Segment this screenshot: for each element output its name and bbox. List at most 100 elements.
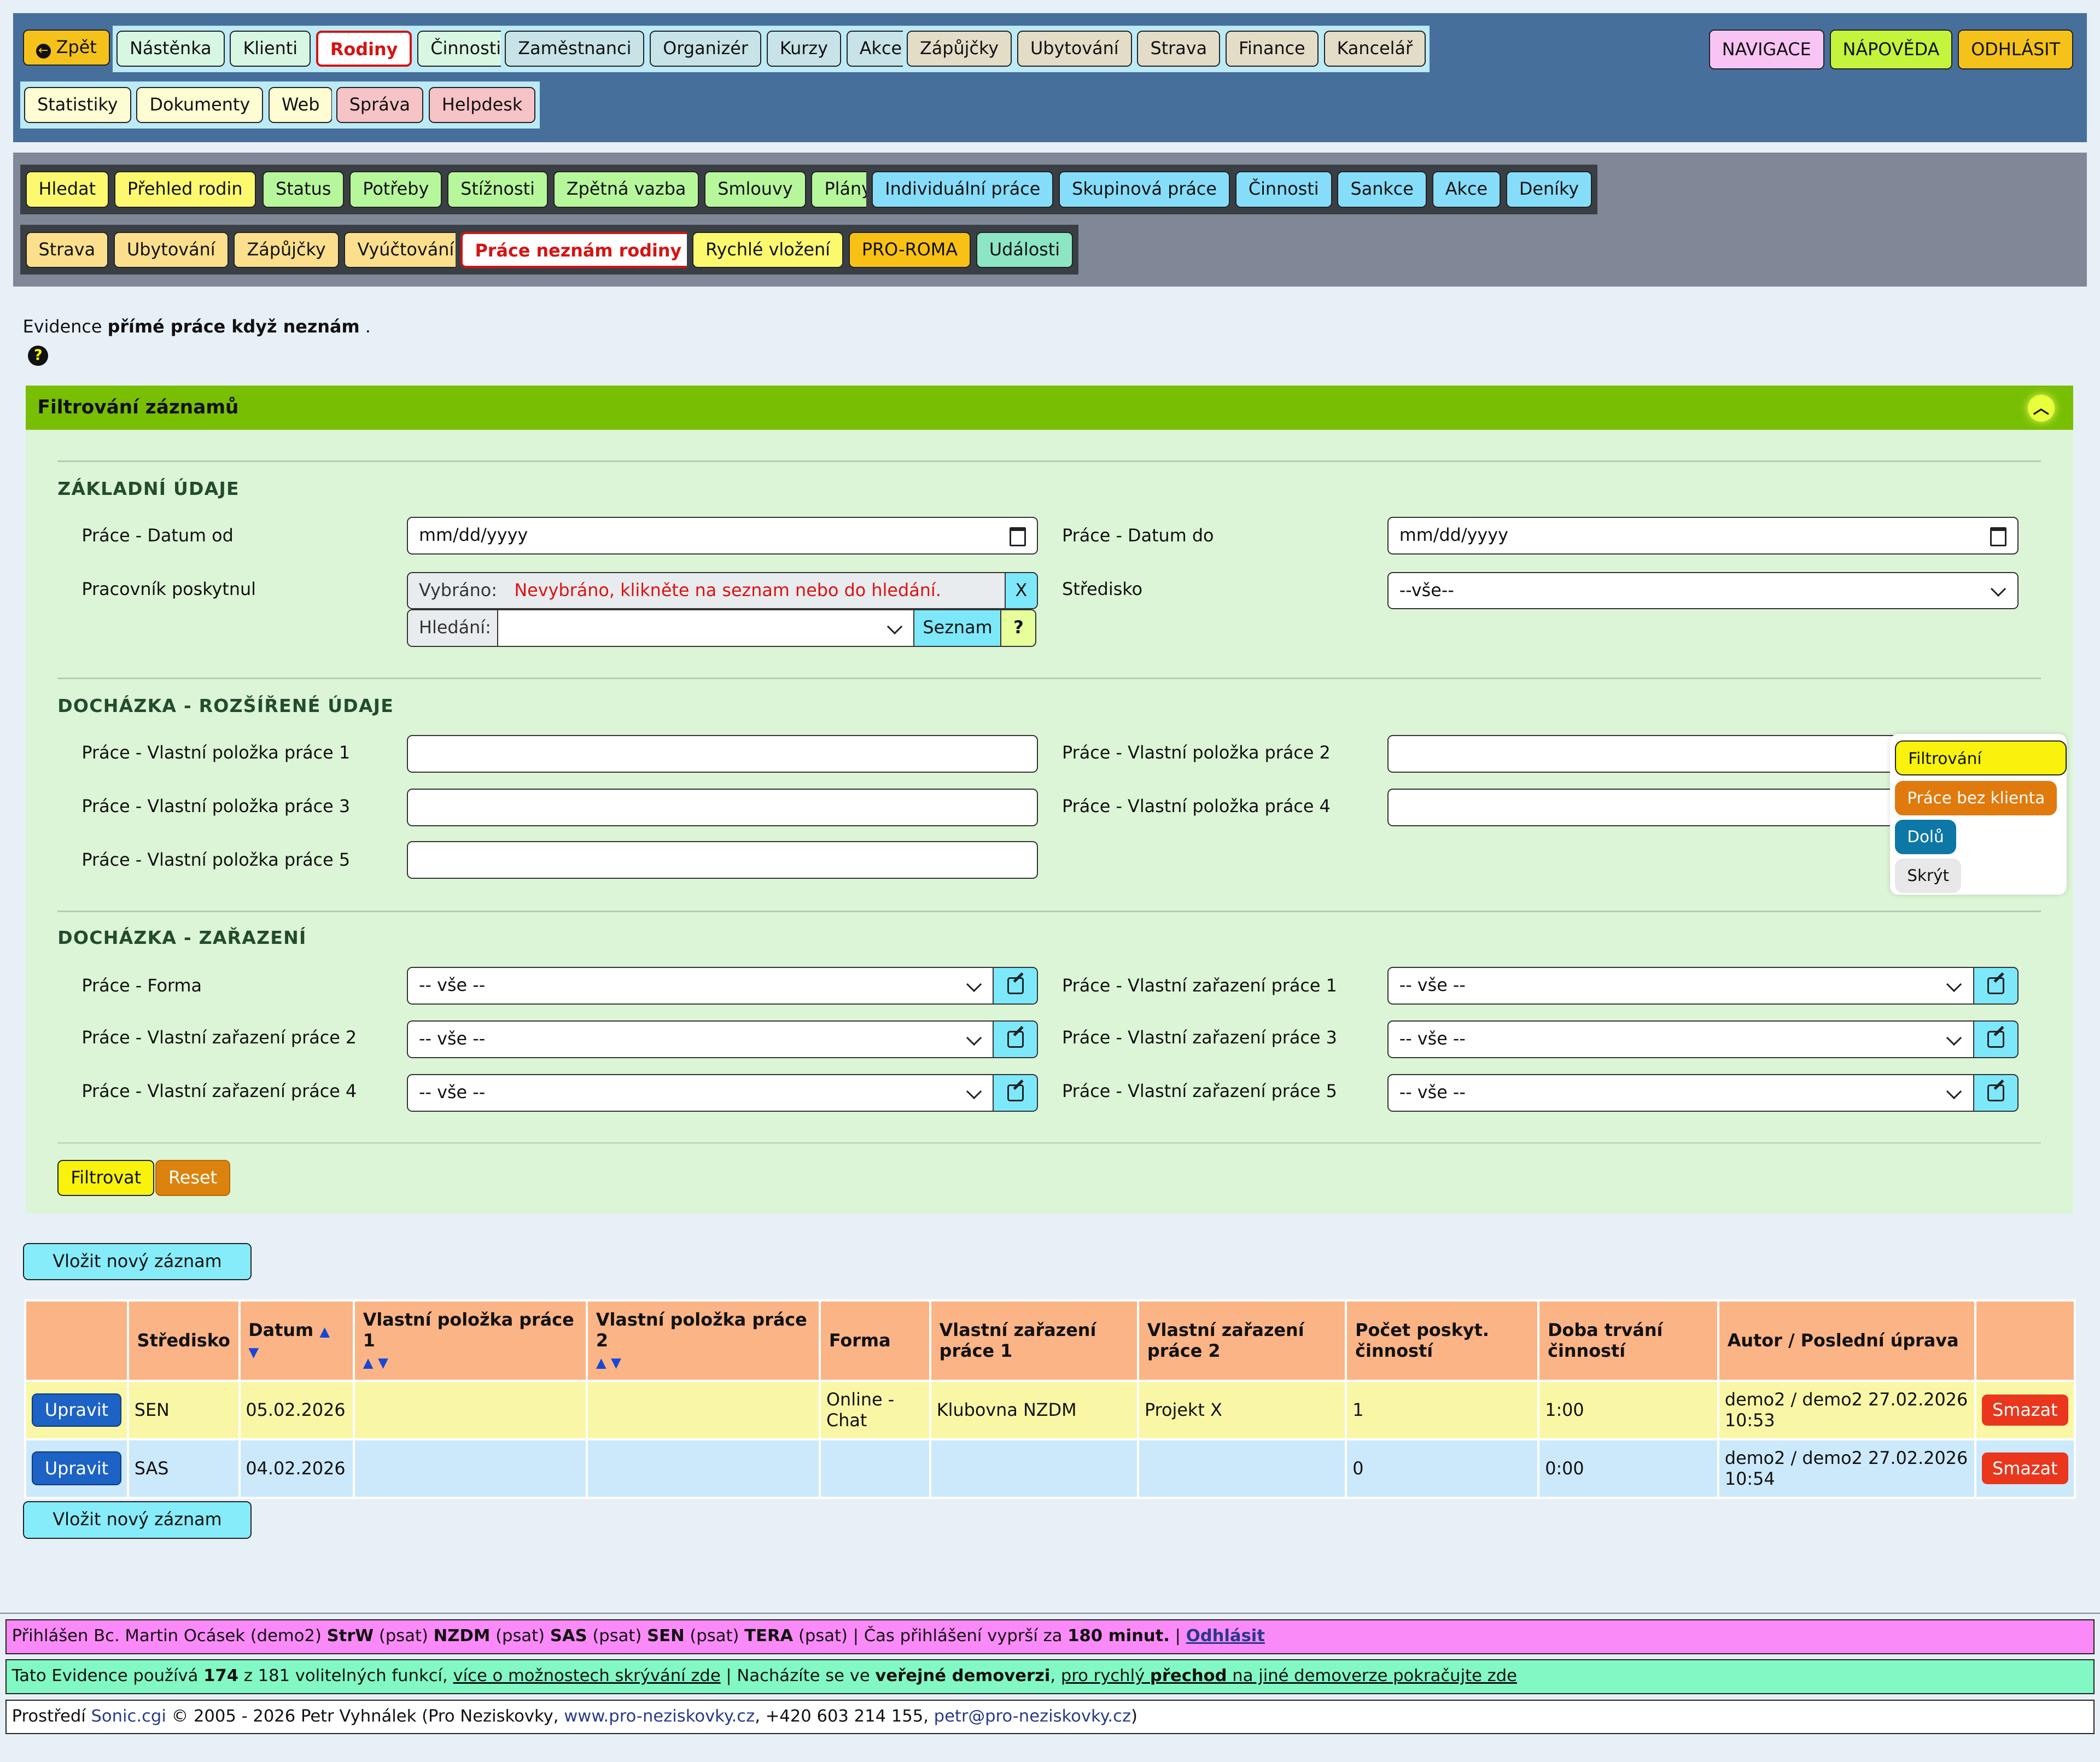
hledani-select[interactable] [497, 609, 915, 647]
nav-klienti[interactable]: Klienti [230, 31, 311, 67]
vp5-input[interactable] [407, 841, 1038, 879]
edit-icon[interactable] [994, 967, 1038, 1005]
subnav-vyuctovani[interactable]: Vyúčtování [344, 231, 468, 268]
edit-row-button[interactable]: Upravit [31, 1451, 122, 1485]
sort-asc-icon[interactable]: ▲ [319, 1323, 330, 1339]
nav-dokumenty[interactable]: Dokumenty [136, 87, 264, 124]
float-skryt-button[interactable]: Skrýt [1895, 858, 1962, 894]
subnav-smlouvy[interactable]: Smlouvy [704, 171, 806, 208]
nav-rodiny[interactable]: Rodiny [316, 31, 412, 67]
subnav-pro-roma[interactable]: PRO-ROMA [848, 231, 971, 268]
delete-row-button[interactable]: Smazat [1981, 1394, 2069, 1426]
back-button[interactable]: ← Zpět [22, 29, 110, 66]
subnav-ubytovani[interactable]: Ubytování [113, 231, 229, 268]
datum-do-input[interactable]: mm/dd/yyyy [1387, 517, 2019, 555]
datum-od-input[interactable]: mm/dd/yyyy [407, 517, 1038, 555]
subnav-prehled-rodin[interactable]: Přehled rodin [114, 171, 256, 208]
vz4-select[interactable]: -- vše -- [407, 1074, 994, 1112]
float-dolu-button[interactable]: Dolů [1895, 819, 1956, 855]
nav-finance[interactable]: Finance [1225, 31, 1319, 67]
nav-strava[interactable]: Strava [1137, 31, 1221, 67]
stredisko-select[interactable]: --vše-- [1387, 571, 2019, 610]
filtrovat-button[interactable]: Filtrovat [57, 1159, 155, 1196]
nav-kancelar[interactable]: Kancelář [1323, 31, 1426, 67]
hiding-info-link[interactable]: více o možnostech skrývání zde [453, 1666, 721, 1685]
back-group: ← Zpět [20, 23, 113, 73]
seznam-button[interactable]: Seznam [913, 609, 1002, 647]
delete-row-button[interactable]: Smazat [1981, 1452, 2069, 1484]
clear-selection-button[interactable]: X [1004, 571, 1038, 610]
odhlasit-button[interactable]: ODHLÁSIT [1958, 29, 2074, 70]
vz3-select[interactable]: -- vše -- [1387, 1020, 1974, 1058]
nav-statistiky[interactable]: Statistiky [24, 87, 131, 124]
calendar-icon[interactable] [1009, 527, 1026, 546]
subnav-stiznosti[interactable]: Stížnosti [447, 171, 548, 208]
footer-features-info: Tato Evidence používá 174 z 181 voliteln… [5, 1659, 2095, 1694]
footer-logout-link[interactable]: Odhlásit [1186, 1626, 1265, 1646]
edit-icon[interactable] [1974, 1020, 2019, 1058]
vz1-select[interactable]: -- vše -- [1387, 967, 1974, 1005]
nav-zapujcky[interactable]: Zápůjčky [906, 31, 1012, 67]
nav-cinnosti[interactable]: Činnosti [417, 31, 515, 67]
sonic-link[interactable]: Sonic.cgi [91, 1707, 166, 1726]
edit-icon[interactable] [1974, 1074, 2019, 1112]
edit-row-button[interactable]: Upravit [31, 1393, 122, 1427]
float-prace-bez-klienta-button[interactable]: Práce bez klienta [1895, 780, 2057, 816]
nav-sprava[interactable]: Správa [336, 87, 424, 124]
vz2-select[interactable]: -- vše -- [407, 1020, 994, 1058]
col-vp2[interactable]: Vlastní položka práce 2 ▲ ▼ [586, 1299, 821, 1382]
nav-web[interactable]: Web [269, 87, 333, 124]
nav-helpdesk[interactable]: Helpdesk [428, 87, 536, 124]
subnav-udalosti[interactable]: Události [976, 231, 1074, 268]
nav-nastenka[interactable]: Nástěnka [116, 31, 225, 67]
vz5-select[interactable]: -- vše -- [1387, 1074, 1974, 1112]
email-link[interactable]: petr@pro-neziskovky.cz [934, 1707, 1131, 1726]
subnav-strava[interactable]: Strava [25, 231, 109, 268]
subnav-cinnosti[interactable]: Činnosti [1235, 171, 1332, 208]
vp3-input[interactable] [407, 789, 1038, 826]
website-link[interactable]: www.pro-neziskovky.cz [564, 1707, 755, 1726]
vp1-input[interactable] [407, 735, 1038, 773]
chevron-up-icon[interactable]: ︿ [2027, 395, 2055, 422]
col-vp1[interactable]: Vlastní položka práce 1 ▲ ▼ [353, 1299, 588, 1382]
edit-icon[interactable] [1974, 967, 2019, 1005]
calendar-icon[interactable] [1990, 527, 2007, 546]
reset-button[interactable]: Reset [155, 1159, 231, 1196]
subnav-status[interactable]: Status [262, 171, 345, 208]
table-row: Upravit SEN 05.02.2026 Online - Chat Klu… [24, 1379, 2076, 1440]
worker-help-button[interactable]: ? [1000, 609, 1037, 647]
subnav-rychle-vlozeni[interactable]: Rychlé vložení [692, 231, 844, 268]
subnav-akce[interactable]: Akce [1432, 171, 1501, 208]
new-record-button-bottom[interactable]: Vložit nový záznam [22, 1501, 252, 1539]
subnav-zapujcky[interactable]: Zápůjčky [234, 231, 339, 268]
subnav-group-status: Status Potřeby Stížnosti Zpětná vazba Sm… [257, 165, 890, 214]
filter-header[interactable]: Filtrování záznamů ︿ [25, 386, 2074, 430]
subnav-zpetna-vazba[interactable]: Zpětná vazba [553, 171, 699, 208]
edit-icon[interactable] [994, 1020, 1038, 1058]
sort-desc-icon[interactable]: ▼ [248, 1344, 259, 1360]
col-actions [24, 1299, 129, 1382]
new-record-button-top[interactable]: Vložit nový záznam [22, 1242, 252, 1281]
subnav-sankce[interactable]: Sankce [1337, 171, 1427, 208]
demo-switch-link[interactable]: pro rychlý přechod na jiné demoverze pok… [1061, 1666, 1517, 1685]
subnav-potreby[interactable]: Potřeby [349, 171, 442, 208]
nav-kurzy[interactable]: Kurzy [766, 31, 841, 67]
nav-zamestnanci[interactable]: Zaměstnanci [505, 31, 645, 67]
navigace-button[interactable]: NAVIGACE [1708, 29, 1824, 70]
sort-icon[interactable]: ▲ ▼ [363, 1355, 388, 1370]
subnav-prace-neznam-rodiny[interactable]: Práce neznám rodiny [460, 231, 696, 268]
subnav-individualni-prace[interactable]: Individuální práce [872, 171, 1054, 208]
col-datum[interactable]: Datum ▲ ▼ [238, 1299, 355, 1382]
nav-ubytovani[interactable]: Ubytování [1017, 31, 1132, 67]
help-icon[interactable]: ? [28, 345, 49, 366]
napoveda-button[interactable]: NÁPOVĚDA [1829, 29, 1953, 70]
nav-organizer[interactable]: Organizér [650, 31, 761, 67]
subnav-deniky[interactable]: Deníky [1506, 171, 1592, 208]
subnav-skupinova-prace[interactable]: Skupinová práce [1059, 171, 1230, 208]
sort-icon[interactable]: ▲ ▼ [596, 1355, 621, 1370]
edit-icon[interactable] [994, 1074, 1038, 1112]
forma-select[interactable]: -- vše -- [407, 967, 994, 1005]
col-stredisko[interactable]: Středisko [126, 1299, 241, 1382]
subnav-hledat[interactable]: Hledat [25, 171, 109, 208]
float-filtrovani-button[interactable]: Filtrování záznamů [1895, 740, 2067, 803]
